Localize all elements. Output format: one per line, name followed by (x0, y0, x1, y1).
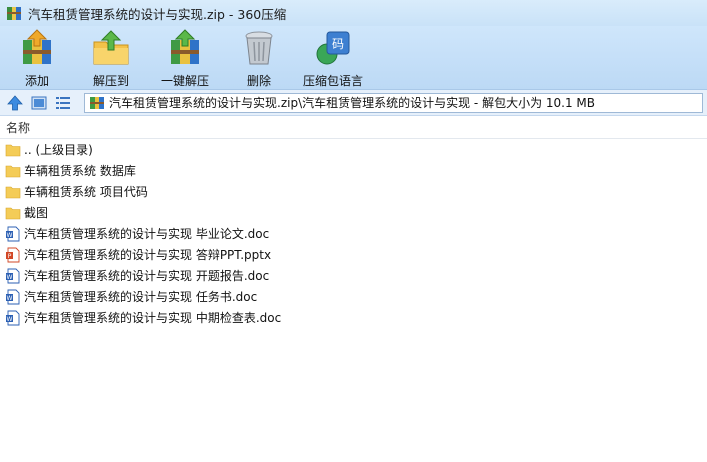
window-title: 汽车租赁管理系统的设计与实现.zip - 360压缩 (28, 6, 287, 22)
list-item[interactable]: W 汽车租赁管理系统的设计与实现 任务书.doc (0, 286, 707, 307)
extract-folder-icon (93, 30, 129, 65)
up-level-button[interactable] (6, 94, 24, 112)
list-view-button[interactable] (54, 94, 72, 112)
svg-text:P: P (8, 252, 12, 259)
archive-language-button[interactable]: 码 压缩包语言 (296, 26, 370, 90)
list-item[interactable]: W 汽车租赁管理系统的设计与实现 中期检查表.doc (0, 307, 707, 328)
address-bar: 汽车租赁管理系统的设计与实现.zip\汽车租赁管理系统的设计与实现 - 解包大小… (0, 90, 707, 116)
one-click-extract-icon (171, 29, 199, 64)
list-item[interactable]: W 汽车租赁管理系统的设计与实现 毕业论文.doc (0, 223, 707, 244)
file-name: 车辆租赁系统 数据库 (24, 164, 136, 178)
svg-text:W: W (7, 273, 13, 280)
list-item[interactable]: P 汽车租赁管理系统的设计与实现 答辩PPT.pptx (0, 244, 707, 265)
word-doc-icon: W (6, 310, 20, 325)
one-click-extract-label: 一键解压 (160, 74, 209, 88)
large-icons-view-button[interactable] (30, 94, 48, 112)
title-bar[interactable]: 汽车租赁管理系统的设计与实现.zip - 360压缩 (0, 0, 707, 26)
list-item[interactable]: 车辆租赁系统 项目代码 (0, 181, 707, 202)
one-click-extract-button[interactable]: 一键解压 (148, 26, 222, 90)
word-doc-icon: W (6, 226, 20, 241)
encoding-icon: 码 (316, 31, 350, 65)
archive-path-icon (90, 96, 104, 109)
svg-text:码: 码 (332, 37, 344, 51)
app-window: 汽车租赁管理系统的设计与实现.zip - 360压缩 添加 解压到 一键解压 删… (0, 0, 707, 462)
toolbar: 添加 解压到 一键解压 删除 码 压缩包语言 (0, 26, 707, 90)
list-view-icon (56, 96, 70, 109)
add-button[interactable]: 添加 (0, 26, 74, 90)
list-item[interactable]: 截图 (0, 202, 707, 223)
powerpoint-icon: P (6, 247, 20, 262)
arrow-up-icon (7, 94, 23, 110)
list-item-parent-dir[interactable]: .. (上级目录) (0, 139, 707, 160)
column-header-name[interactable]: 名称 (0, 118, 707, 139)
archive-app-icon (7, 7, 21, 20)
path-text: 汽车租赁管理系统的设计与实现.zip\汽车租赁管理系统的设计与实现 - 解包大小… (109, 96, 596, 110)
file-name: 车辆租赁系统 项目代码 (24, 185, 148, 199)
word-doc-icon: W (6, 268, 20, 283)
folder-icon (5, 207, 21, 219)
svg-text:W: W (7, 315, 13, 322)
folder-icon (5, 165, 21, 177)
add-archive-icon (23, 29, 51, 64)
file-name: 汽车租赁管理系统的设计与实现 毕业论文.doc (24, 227, 270, 241)
icon-view-icon (31, 96, 47, 109)
folder-icon (5, 186, 21, 198)
extract-to-button[interactable]: 解压到 (74, 26, 148, 90)
svg-text:W: W (7, 294, 13, 301)
file-name: 汽车租赁管理系统的设计与实现 任务书.doc (24, 290, 258, 304)
delete-button[interactable]: 删除 (222, 26, 296, 90)
delete-label: 删除 (246, 74, 271, 88)
file-name: .. (上级目录) (24, 143, 93, 157)
path-field[interactable]: 汽车租赁管理系统的设计与实现.zip\汽车租赁管理系统的设计与实现 - 解包大小… (84, 92, 703, 113)
archive-language-label: 压缩包语言 (302, 74, 363, 88)
folder-icon (5, 144, 21, 156)
svg-text:W: W (7, 231, 13, 238)
list-item[interactable]: 车辆租赁系统 数据库 (0, 160, 707, 181)
trash-can-icon (245, 31, 273, 65)
word-doc-icon: W (6, 289, 20, 304)
file-list: 名称 .. (上级目录) 车辆租赁系统 数据库 车辆租赁系统 项目代码 截图 W… (0, 118, 707, 462)
file-name: 汽车租赁管理系统的设计与实现 开题报告.doc (24, 269, 270, 283)
file-name: 截图 (24, 206, 49, 220)
list-item[interactable]: W 汽车租赁管理系统的设计与实现 开题报告.doc (0, 265, 707, 286)
add-label: 添加 (24, 74, 49, 88)
file-name: 汽车租赁管理系统的设计与实现 答辩PPT.pptx (24, 248, 272, 262)
extract-to-label: 解压到 (92, 74, 129, 88)
file-name: 汽车租赁管理系统的设计与实现 中期检查表.doc (24, 311, 282, 325)
